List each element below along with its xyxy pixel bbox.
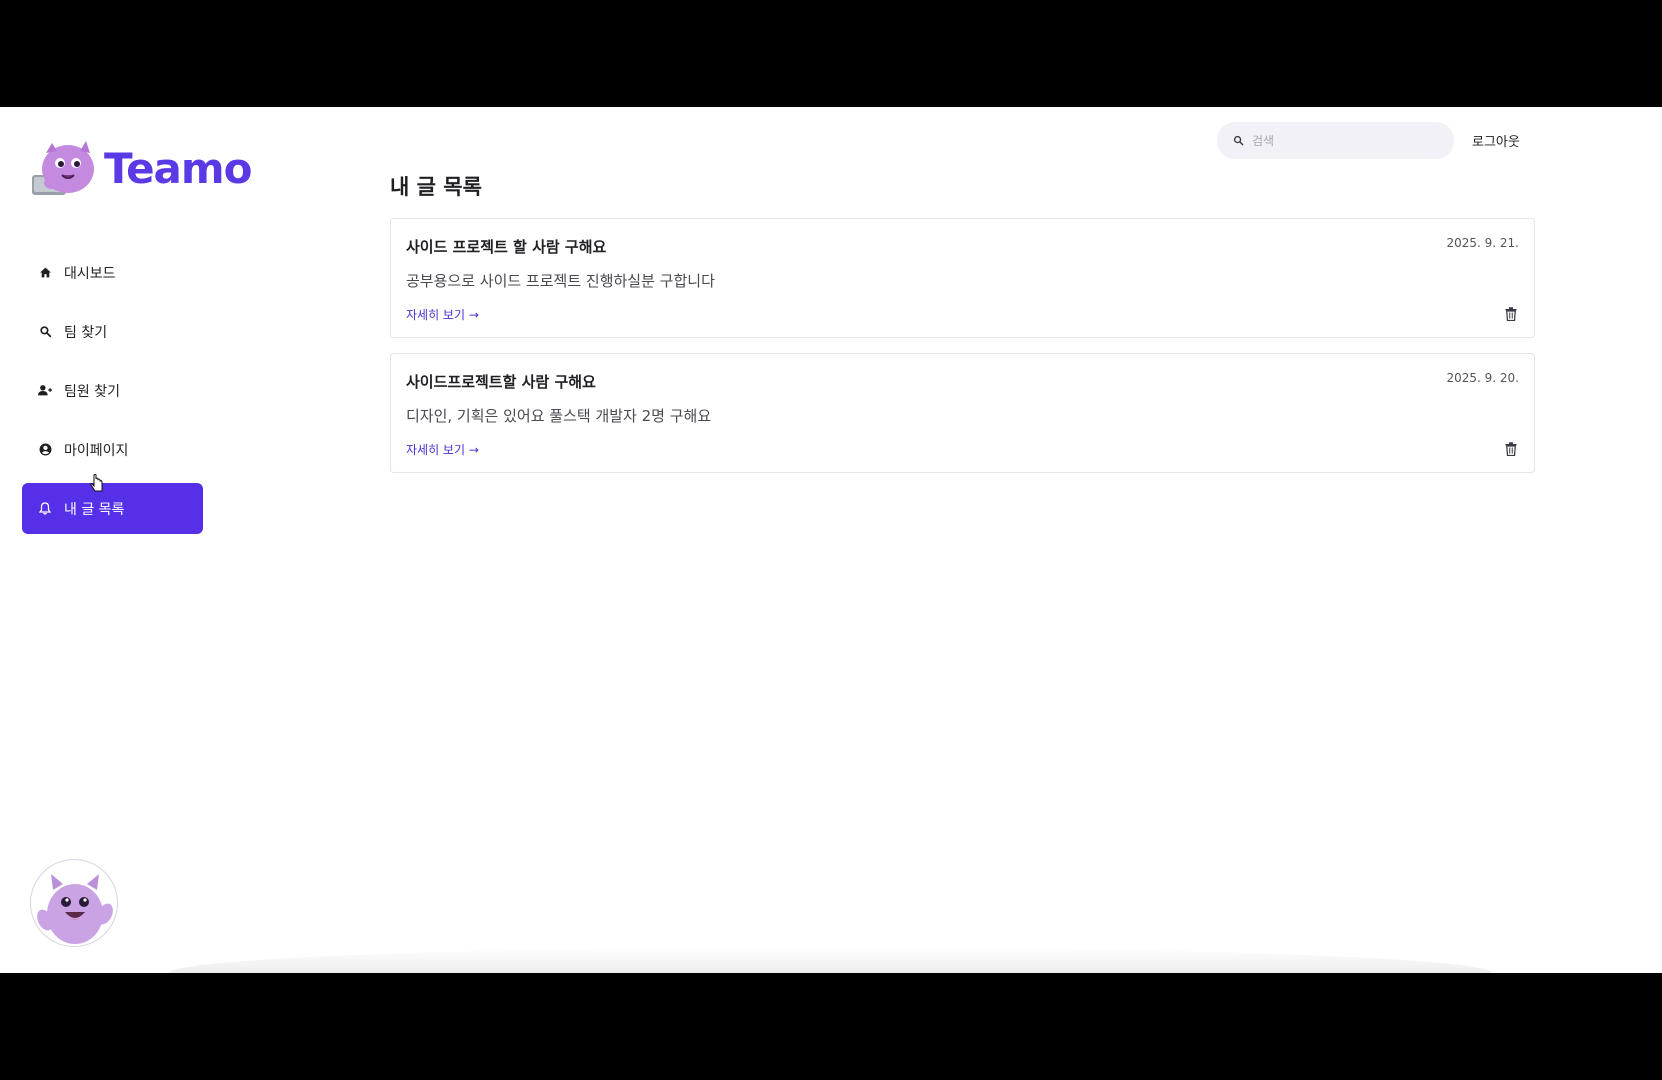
home-icon bbox=[38, 266, 52, 280]
sidebar-item-find-member[interactable]: 팀원 찾기 bbox=[22, 365, 203, 416]
post-date: 2025. 9. 21. bbox=[1446, 236, 1519, 250]
mouse-cursor-icon bbox=[90, 473, 104, 492]
sidebar-item-dashboard[interactable]: 대시보드 bbox=[22, 247, 203, 298]
person-add-icon bbox=[38, 384, 52, 398]
mascot-logo-icon bbox=[30, 139, 102, 199]
sidebar-item-label: 마이페이지 bbox=[64, 442, 129, 459]
post-body: 디자인, 기획은 있어요 풀스택 개발자 2명 구해요 bbox=[406, 407, 712, 425]
avatar[interactable] bbox=[30, 859, 118, 947]
trash-icon[interactable] bbox=[1503, 440, 1519, 458]
trash-icon[interactable] bbox=[1503, 305, 1519, 323]
search-icon bbox=[38, 325, 52, 339]
post-card[interactable]: 사이드프로젝트할 사람 구해요 2025. 9. 20. 디자인, 기획은 있어… bbox=[390, 353, 1535, 473]
post-date: 2025. 9. 20. bbox=[1446, 371, 1519, 385]
bottom-shadow bbox=[170, 947, 1492, 973]
brand-name: Teamo bbox=[104, 144, 253, 193]
app-window: Teamo 대시보드 팀 찾기 팀원 찾기 마이페이지 내 글 목록 검색 로그… bbox=[0, 107, 1662, 973]
sidebar-item-mypage[interactable]: 마이페이지 bbox=[22, 424, 203, 475]
account-circle-icon bbox=[38, 443, 52, 457]
sidebar-item-label: 팀원 찾기 bbox=[64, 383, 120, 400]
page-title: 내 글 목록 bbox=[390, 175, 482, 199]
search-input[interactable] bbox=[1252, 133, 1432, 148]
bell-icon bbox=[38, 502, 52, 516]
sidebar-item-label: 대시보드 bbox=[64, 265, 116, 282]
view-details-link[interactable]: 자세히 보기 → bbox=[406, 306, 479, 323]
view-details-link[interactable]: 자세히 보기 → bbox=[406, 441, 479, 458]
logo[interactable]: Teamo bbox=[30, 139, 253, 199]
sidebar-item-find-team[interactable]: 팀 찾기 bbox=[22, 306, 203, 357]
sidebar-item-my-posts[interactable]: 내 글 목록 bbox=[22, 483, 203, 534]
search-icon bbox=[1233, 131, 1244, 150]
post-card[interactable]: 사이드 프로젝트 할 사람 구해요 2025. 9. 21. 공부용으로 사이드… bbox=[390, 218, 1535, 338]
search-bar[interactable] bbox=[1217, 122, 1454, 159]
logout-button[interactable]: 로그아웃 bbox=[1472, 131, 1520, 150]
sidebar-item-label: 팀 찾기 bbox=[64, 324, 108, 341]
sidebar-item-label: 내 글 목록 bbox=[64, 501, 125, 518]
post-title: 사이드 프로젝트 할 사람 구해요 bbox=[406, 238, 607, 256]
post-list: 사이드 프로젝트 할 사람 구해요 2025. 9. 21. 공부용으로 사이드… bbox=[390, 218, 1535, 488]
post-title: 사이드프로젝트할 사람 구해요 bbox=[406, 373, 596, 391]
post-body: 공부용으로 사이드 프로젝트 진행하실분 구합니다 bbox=[406, 272, 715, 290]
sidebar-nav: 대시보드 팀 찾기 팀원 찾기 마이페이지 내 글 목록 bbox=[22, 247, 203, 542]
